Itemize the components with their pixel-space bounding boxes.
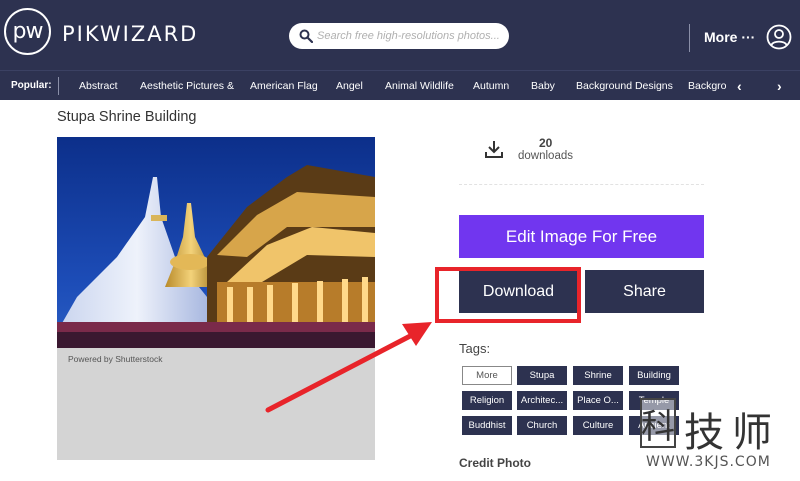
category-angel[interactable]: Angel [336,80,363,92]
chevron-left-icon[interactable]: ‹ [737,78,742,94]
category-abstract[interactable]: Abstract [79,80,118,92]
tag-architecture[interactable]: Architec... [517,391,567,410]
image-attribution-panel: Powered by Shutterstock [57,348,375,460]
watermark-box-char: 科 [640,398,676,448]
category-list: Abstract Aesthetic Pictures & American F… [60,71,728,101]
top-nav: pw PIKWIZARD More ··· [0,0,800,70]
category-background-designs[interactable]: Background Designs [576,80,673,92]
tag-stupa[interactable]: Stupa [517,366,567,385]
image-title: Stupa Shrine Building [57,109,197,125]
category-divider [58,77,59,95]
download-count-icon [485,141,503,158]
header-divider [689,24,690,52]
category-american-flag[interactable]: American Flag [250,80,318,92]
tag-religion[interactable]: Religion [462,391,512,410]
credit-photo-heading: Credit Photo [459,456,531,470]
tags-label: Tags: [459,341,491,356]
section-divider [459,184,704,185]
logo-mark[interactable]: pw [4,8,51,55]
search-input[interactable] [317,27,502,45]
powered-by-text[interactable]: Powered by Shutterstock [68,354,163,364]
downloads-count: 20 [539,136,553,150]
watermark-url: WWW.3KJS.COM [646,454,771,470]
logo-text[interactable]: PIKWIZARD [62,22,198,46]
chevron-right-icon[interactable]: › [777,78,782,94]
watermark: 科 技师 WWW.3KJS.COM [640,398,795,473]
tag-place-of-worship[interactable]: Place O... [573,391,623,410]
popular-label: Popular: [11,80,52,91]
category-backgrounds[interactable]: Backgro [688,80,727,92]
page: pw PIKWIZARD More ··· Popular: Abstract … [0,0,800,481]
stupa-photo[interactable] [57,137,375,348]
downloads-label: downloads [518,150,573,162]
tag-buddhist[interactable]: Buddhist [462,416,512,435]
category-aesthetic-pictures[interactable]: Aesthetic Pictures & [140,80,234,92]
user-account-icon[interactable] [766,24,792,50]
category-bar: Popular: Abstract Aesthetic Pictures & A… [0,70,800,100]
annotation-highlight-box [435,267,581,323]
share-button[interactable]: Share [585,270,704,313]
tag-shrine[interactable]: Shrine [573,366,623,385]
category-animal-wildlife[interactable]: Animal Wildlife [385,80,454,92]
category-baby[interactable]: Baby [531,80,555,92]
tag-church[interactable]: Church [517,416,567,435]
more-menu-button[interactable]: More ··· [704,29,755,45]
watermark-chars: 技师 [684,410,780,456]
category-autumn[interactable]: Autumn [473,80,509,92]
search-bar[interactable] [289,23,509,49]
search-icon[interactable] [299,29,313,43]
tag-more-button[interactable]: More [462,366,512,385]
edit-image-button[interactable]: Edit Image For Free [459,215,704,258]
tag-building[interactable]: Building [629,366,679,385]
tag-culture[interactable]: Culture [573,416,623,435]
